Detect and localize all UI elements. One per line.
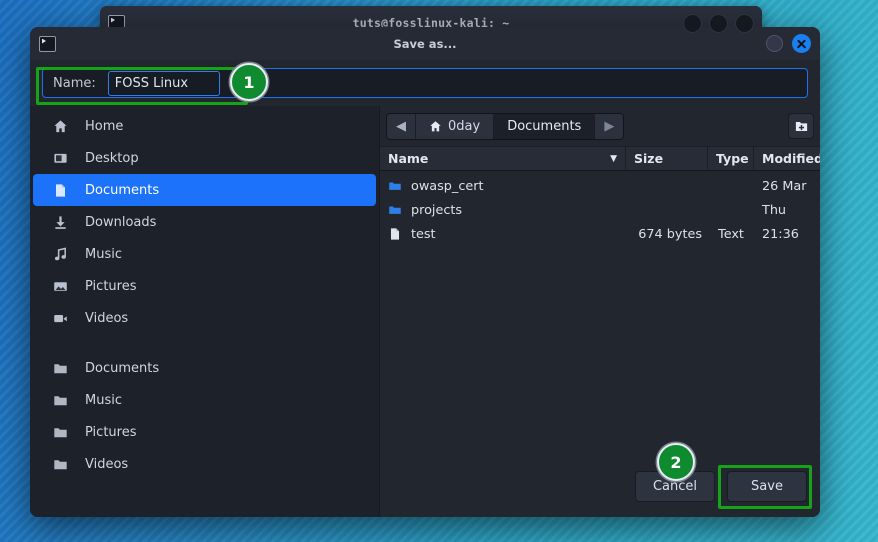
file-type-cell: Text xyxy=(718,226,744,242)
breadcrumb-back-button[interactable]: ◀ xyxy=(387,113,416,139)
badge-number: 1 xyxy=(230,63,268,101)
save-button[interactable]: Save xyxy=(727,470,807,502)
breadcrumb: ◀ 0day Documents ▶ xyxy=(386,112,625,140)
sidebar-bookmark-videos[interactable]: Videos xyxy=(33,448,376,480)
table-row[interactable]: projects Thu xyxy=(380,198,820,222)
file-icon xyxy=(388,227,402,241)
sidebar-bookmark-label: Music xyxy=(85,392,122,408)
annotation-badge-1: 1 xyxy=(230,63,268,101)
sidebar-item-documents[interactable]: Documents xyxy=(33,174,376,206)
file-list-header: Name ▼ Size Type Modified xyxy=(380,146,820,171)
desktop-icon xyxy=(45,151,75,166)
home-icon xyxy=(429,120,442,133)
sidebar-item-label: Pictures xyxy=(85,278,137,294)
name-label: Name: xyxy=(53,75,96,91)
folder-icon xyxy=(388,203,402,217)
download-icon xyxy=(45,215,75,230)
file-name-cell: projects xyxy=(380,203,626,218)
file-list[interactable]: owasp_cert 26 Mar projects Thu test 674 … xyxy=(380,171,820,455)
table-row[interactable]: owasp_cert 26 Mar xyxy=(380,174,820,198)
sidebar-item-downloads[interactable]: Downloads xyxy=(33,206,376,238)
places-sidebar: Home Desktop Documents Downloads Music P… xyxy=(30,106,379,517)
column-header-size[interactable]: Size xyxy=(626,147,708,170)
sidebar-bookmark-pictures[interactable]: Pictures xyxy=(33,416,376,448)
file-modified-cell: Thu xyxy=(762,202,787,218)
file-modified-cell: 21:36 xyxy=(762,226,799,242)
file-modified-cell: 26 Mar xyxy=(762,178,807,194)
column-header-type[interactable]: Type xyxy=(708,147,754,170)
column-header-name-label: Name xyxy=(388,151,429,166)
close-icon[interactable] xyxy=(792,34,811,53)
file-name-label: owasp_cert xyxy=(411,178,484,194)
sidebar-bookmark-documents[interactable]: Documents xyxy=(33,352,376,384)
sidebar-item-home[interactable]: Home xyxy=(33,110,376,142)
file-name-cell: test xyxy=(380,227,626,242)
file-name-label: test xyxy=(411,226,436,242)
sort-descending-icon: ▼ xyxy=(610,153,617,164)
sidebar-item-label: Videos xyxy=(85,310,129,326)
breadcrumb-label: 0day xyxy=(448,118,481,134)
sidebar-item-music[interactable]: Music xyxy=(33,238,376,270)
background-window-controls[interactable] xyxy=(683,13,754,33)
file-browser-pane: ◀ 0day Documents ▶ Name ▼ Size Type Modi… xyxy=(379,106,820,517)
sidebar-item-label: Music xyxy=(85,246,122,262)
folder-icon xyxy=(388,179,402,193)
new-folder-icon[interactable] xyxy=(788,113,814,139)
save-as-dialog: Save as... Name: 1 Home xyxy=(30,27,820,517)
minimize-button[interactable] xyxy=(683,13,702,33)
table-row[interactable]: test 674 bytes Text 21:36 xyxy=(380,222,820,246)
sidebar-separator xyxy=(30,334,379,352)
breadcrumb-item-documents[interactable]: Documents xyxy=(494,113,596,139)
path-bar: ◀ 0day Documents ▶ xyxy=(380,106,820,146)
file-name-cell: owasp_cert xyxy=(380,179,626,194)
sidebar-item-label: Desktop xyxy=(85,150,139,166)
dialog-action-bar: 2 Cancel Save xyxy=(380,443,820,517)
file-name-label: projects xyxy=(411,202,463,218)
annotation-badge-2: 2 xyxy=(657,443,695,481)
folder-icon xyxy=(45,361,75,376)
picture-icon xyxy=(45,279,75,294)
folder-icon xyxy=(45,393,75,408)
breadcrumb-item-0day[interactable]: 0day xyxy=(416,113,495,139)
sidebar-bookmark-label: Pictures xyxy=(85,424,137,440)
sidebar-item-desktop[interactable]: Desktop xyxy=(33,142,376,174)
breadcrumb-forward-button[interactable]: ▶ xyxy=(595,113,624,139)
dialog-title: Save as... xyxy=(393,36,457,51)
breadcrumb-label: Documents xyxy=(507,118,582,134)
video-icon xyxy=(45,311,75,326)
name-entry-container[interactable]: Name: xyxy=(42,68,808,98)
sidebar-item-pictures[interactable]: Pictures xyxy=(33,270,376,302)
sidebar-item-label: Documents xyxy=(85,182,160,198)
sidebar-item-label: Downloads xyxy=(85,214,157,230)
column-header-name[interactable]: Name ▼ xyxy=(380,147,626,170)
sidebar-bookmark-music[interactable]: Music xyxy=(33,384,376,416)
minimize-button[interactable] xyxy=(766,35,783,52)
home-icon xyxy=(45,119,75,134)
sidebar-bookmark-label: Videos xyxy=(85,456,129,472)
file-size-cell: 674 bytes xyxy=(638,226,702,242)
folder-icon xyxy=(45,457,75,472)
name-input[interactable] xyxy=(107,70,220,96)
close-button[interactable] xyxy=(735,13,754,33)
badge-number: 2 xyxy=(657,443,695,481)
dialog-body: Home Desktop Documents Downloads Music P… xyxy=(30,106,820,517)
maximize-button[interactable] xyxy=(709,13,728,33)
folder-icon xyxy=(45,425,75,440)
name-row: Name: 1 xyxy=(30,60,820,106)
document-icon xyxy=(45,183,75,198)
sidebar-bookmark-label: Documents xyxy=(85,360,160,376)
column-header-modified[interactable]: Modified xyxy=(754,147,820,170)
sidebar-item-videos[interactable]: Videos xyxy=(33,302,376,334)
dialog-window-controls[interactable] xyxy=(766,34,811,53)
music-icon xyxy=(45,247,75,262)
sidebar-item-label: Home xyxy=(85,118,124,134)
